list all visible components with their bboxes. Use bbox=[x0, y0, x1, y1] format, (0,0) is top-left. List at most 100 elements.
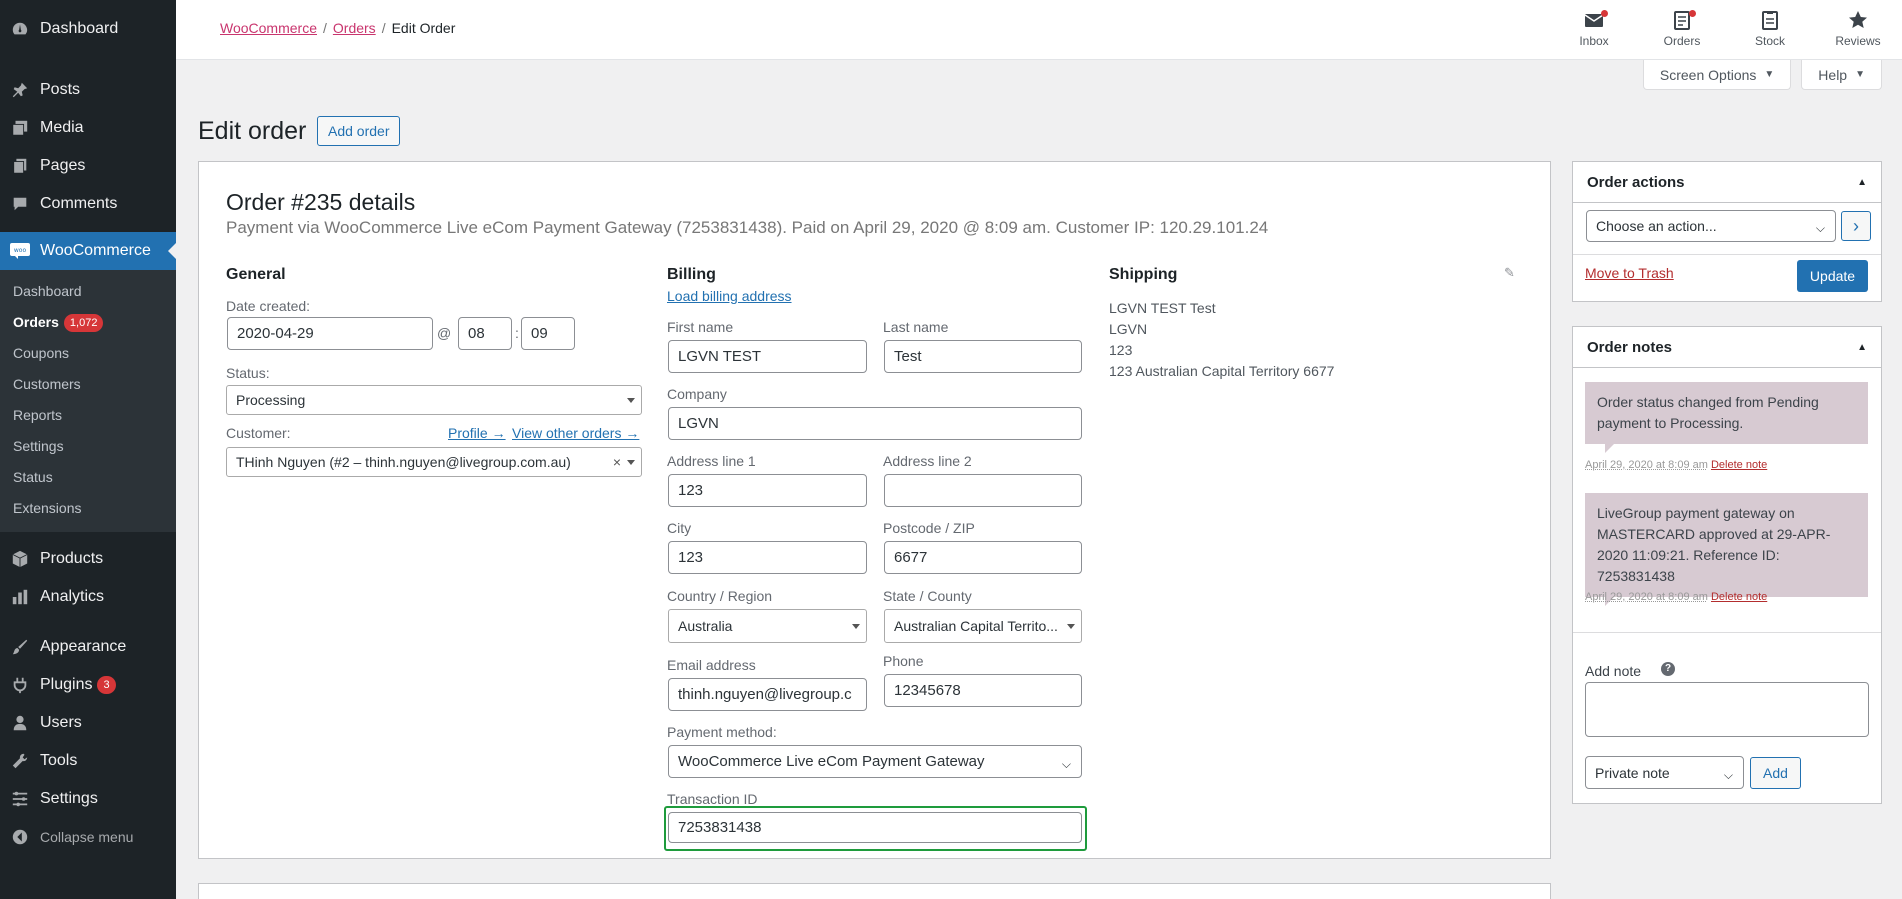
stock-label: Stock bbox=[1755, 34, 1785, 48]
woo-icon: woo bbox=[10, 241, 30, 261]
menu-tools[interactable]: Tools bbox=[0, 742, 176, 780]
customer-profile-link[interactable]: Profile → bbox=[448, 425, 506, 441]
dashboard-icon bbox=[10, 19, 30, 39]
breadcrumb-current: Edit Order bbox=[392, 20, 456, 36]
collapse-toggle-icon[interactable]: ▲ bbox=[1857, 342, 1867, 353]
menu-label: Collapse menu bbox=[40, 829, 133, 845]
menu-label: Dashboard bbox=[40, 20, 118, 38]
delete-note-link[interactable]: Delete note bbox=[1711, 591, 1767, 603]
note-textarea[interactable] bbox=[1585, 682, 1869, 737]
menu-settings[interactable]: Settings bbox=[0, 780, 176, 818]
orders-button[interactable]: Orders bbox=[1638, 6, 1726, 48]
submenu-coupons[interactable]: Coupons bbox=[0, 338, 176, 369]
order-actions-header[interactable]: Order actions ▲ bbox=[1573, 162, 1881, 203]
divider bbox=[1573, 254, 1881, 255]
media-icon bbox=[10, 118, 30, 138]
minute-input[interactable]: 09 bbox=[521, 317, 575, 350]
pencil-icon[interactable]: ✎ bbox=[1504, 265, 1515, 281]
submenu-orders[interactable]: Orders 1,072 bbox=[0, 307, 176, 338]
note-meta: April 29, 2020 at 8:09 am Delete note bbox=[1585, 591, 1767, 603]
collapse-menu-button[interactable]: Collapse menu bbox=[0, 818, 176, 856]
add-note-button[interactable]: Add bbox=[1750, 757, 1801, 789]
divider bbox=[1573, 632, 1881, 633]
menu-users[interactable]: Users bbox=[0, 704, 176, 742]
menu-plugins[interactable]: Plugins 3 bbox=[0, 666, 176, 704]
menu-media[interactable]: Media bbox=[0, 109, 176, 147]
menu-label: Appearance bbox=[40, 638, 126, 656]
hour-input[interactable]: 08 bbox=[458, 317, 512, 350]
add-order-button[interactable]: Add order bbox=[317, 116, 400, 146]
svg-text:woo: woo bbox=[14, 247, 27, 254]
menu-label: Plugins bbox=[40, 676, 92, 694]
caret-down-icon bbox=[852, 624, 860, 629]
submenu-status[interactable]: Status bbox=[0, 462, 176, 493]
first-name-label: First name bbox=[667, 319, 733, 335]
menu-comments[interactable]: Comments bbox=[0, 185, 176, 223]
transaction-id-input[interactable]: 7253831438 bbox=[668, 812, 1082, 843]
menu-pages[interactable]: Pages bbox=[0, 147, 176, 185]
address2-input[interactable] bbox=[884, 474, 1082, 507]
submenu-extensions[interactable]: Extensions bbox=[0, 493, 176, 524]
customer-select[interactable]: THinh Nguyen (#2 – thinh.nguyen@livegrou… bbox=[226, 447, 642, 477]
reviews-button[interactable]: Reviews bbox=[1814, 6, 1902, 48]
submenu-settings[interactable]: Settings bbox=[0, 431, 176, 462]
email-input[interactable]: thinh.nguyen@livegroup.c bbox=[668, 678, 867, 711]
load-billing-address-link[interactable]: Load billing address bbox=[667, 288, 792, 304]
stock-button[interactable]: Stock bbox=[1726, 6, 1814, 48]
menu-appearance[interactable]: Appearance bbox=[0, 628, 176, 666]
help-tip-icon[interactable]: ? bbox=[1661, 662, 1675, 676]
breadcrumb-woocommerce-link[interactable]: WooCommerce bbox=[220, 20, 317, 36]
menu-posts[interactable]: Posts bbox=[0, 71, 176, 109]
delete-note-link[interactable]: Delete note bbox=[1711, 459, 1767, 471]
chevron-down-icon: ⌵ bbox=[1062, 757, 1071, 772]
state-value: Australian Capital Territo... bbox=[894, 618, 1058, 634]
status-value: Processing bbox=[236, 392, 305, 408]
general-heading: General bbox=[226, 266, 286, 284]
phone-input[interactable]: 12345678 bbox=[884, 674, 1082, 707]
customer-value: THinh Nguyen (#2 – thinh.nguyen@livegrou… bbox=[236, 454, 571, 470]
menu-dashboard[interactable]: Dashboard bbox=[0, 10, 176, 48]
order-notes-title: Order notes bbox=[1587, 339, 1672, 356]
apply-action-button[interactable]: › bbox=[1841, 211, 1871, 241]
screen-options-label: Screen Options bbox=[1660, 67, 1757, 83]
address1-input[interactable]: 123 bbox=[668, 474, 867, 507]
collapse-toggle-icon[interactable]: ▲ bbox=[1857, 177, 1867, 188]
date-created-input[interactable]: 2020-04-29 bbox=[227, 317, 433, 350]
city-input[interactable]: 123 bbox=[668, 541, 867, 574]
state-select[interactable]: Australian Capital Territo... bbox=[884, 609, 1082, 643]
plugins-count-badge: 3 bbox=[97, 676, 115, 694]
menu-woocommerce[interactable]: woo WooCommerce bbox=[0, 232, 176, 270]
menu-products[interactable]: Products bbox=[0, 540, 176, 578]
payment-method-label: Payment method: bbox=[667, 724, 777, 740]
move-to-trash-link[interactable]: Move to Trash bbox=[1585, 265, 1674, 281]
order-action-select[interactable]: Choose an action... ⌵ bbox=[1586, 210, 1836, 242]
help-button[interactable]: Help ▼ bbox=[1801, 60, 1882, 90]
inbox-button[interactable]: Inbox bbox=[1550, 6, 1638, 48]
shipping-address-line: LGVN TEST Test bbox=[1109, 300, 1216, 316]
postcode-input[interactable]: 6677 bbox=[884, 541, 1082, 574]
star-icon bbox=[1847, 9, 1869, 31]
inbox-label: Inbox bbox=[1579, 34, 1608, 48]
last-name-input[interactable]: Test bbox=[884, 340, 1082, 373]
status-select[interactable]: Processing bbox=[226, 385, 642, 415]
clear-customer-icon[interactable]: × bbox=[613, 454, 621, 470]
view-other-orders-link[interactable]: View other orders → bbox=[512, 425, 639, 441]
order-notes-header[interactable]: Order notes ▲ bbox=[1573, 327, 1881, 368]
company-input[interactable]: LGVN bbox=[668, 407, 1082, 440]
first-name-input[interactable]: LGVN TEST bbox=[668, 340, 867, 373]
menu-analytics[interactable]: Analytics bbox=[0, 578, 176, 616]
screen-meta-links: Screen Options ▼ Help ▼ bbox=[1643, 60, 1882, 90]
caret-down-icon bbox=[627, 398, 635, 403]
note-type-select[interactable]: Private note ⌵ bbox=[1585, 756, 1744, 789]
submenu-dashboard[interactable]: Dashboard bbox=[0, 276, 176, 307]
country-select[interactable]: Australia bbox=[668, 609, 867, 643]
submenu-customers[interactable]: Customers bbox=[0, 369, 176, 400]
update-button[interactable]: Update bbox=[1797, 260, 1868, 292]
submenu-reports[interactable]: Reports bbox=[0, 400, 176, 431]
breadcrumb-orders-link[interactable]: Orders bbox=[333, 20, 376, 36]
help-label: Help bbox=[1818, 67, 1847, 83]
payment-method-select[interactable]: WooCommerce Live eCom Payment Gateway ⌵ bbox=[668, 745, 1082, 778]
plug-icon bbox=[10, 675, 30, 695]
screen-options-button[interactable]: Screen Options ▼ bbox=[1643, 60, 1791, 90]
user-icon bbox=[10, 713, 30, 733]
